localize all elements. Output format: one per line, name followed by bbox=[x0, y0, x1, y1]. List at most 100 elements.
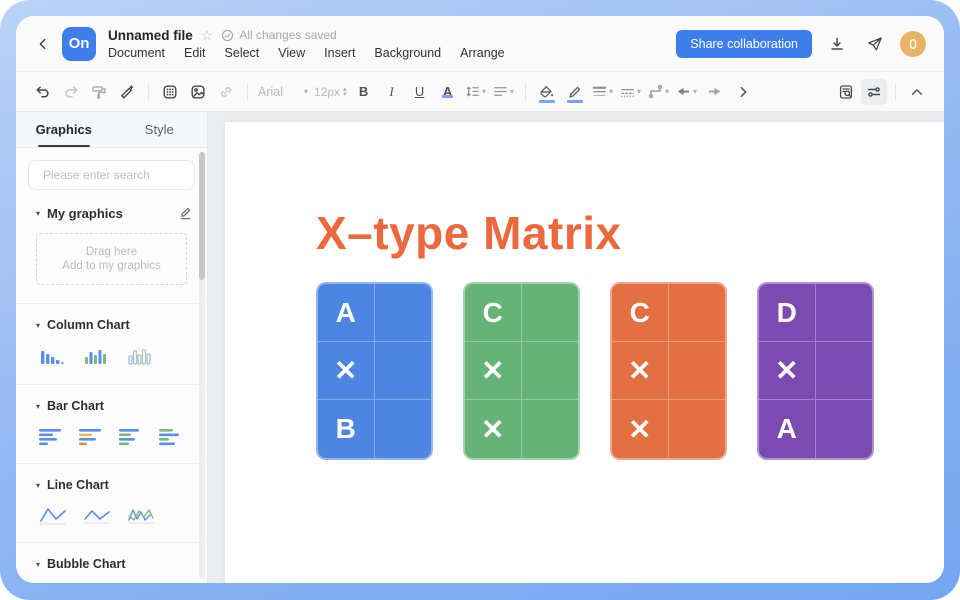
toolbar-divider bbox=[247, 83, 248, 101]
line-chart-thumb-2[interactable] bbox=[82, 506, 112, 526]
save-status-text: All changes saved bbox=[239, 28, 336, 42]
download-icon bbox=[829, 36, 845, 52]
fill-color-button[interactable] bbox=[534, 79, 560, 105]
section-bubble-chart[interactable]: ▾ Bubble Chart bbox=[16, 543, 207, 577]
canvas-area[interactable]: X–type Matrix A ✕ B C ✕ ✕ C ✕ bbox=[208, 112, 944, 583]
insert-image-icon bbox=[190, 84, 206, 100]
paint-bucket-icon bbox=[539, 84, 555, 100]
caret-down-icon: ▾ bbox=[637, 87, 641, 96]
insert-link-button[interactable] bbox=[213, 79, 239, 105]
back-button[interactable] bbox=[30, 31, 56, 57]
section-line-chart[interactable]: ▾ Line Chart bbox=[16, 464, 207, 498]
menu-edit[interactable]: Edit bbox=[184, 46, 206, 60]
section-label: Bubble Chart bbox=[47, 557, 125, 571]
matrix-card-blue[interactable]: A ✕ B bbox=[316, 282, 433, 460]
matrix-card-green[interactable]: C ✕ ✕ bbox=[463, 282, 580, 460]
matrix-card-purple[interactable]: D ✕ A bbox=[757, 282, 874, 460]
arrow-end-button[interactable] bbox=[702, 79, 728, 105]
toolbar-divider bbox=[148, 83, 149, 101]
matrix-cell: A bbox=[318, 284, 375, 342]
column-chart-thumb-1[interactable] bbox=[38, 346, 68, 368]
download-button[interactable] bbox=[824, 31, 850, 57]
search-input[interactable] bbox=[43, 168, 198, 182]
adjust-settings-button[interactable] bbox=[861, 79, 887, 105]
line-spacing-button[interactable]: ▾ bbox=[463, 79, 489, 105]
file-title[interactable]: Unnamed file bbox=[108, 28, 193, 43]
bar-chart-thumb-4[interactable] bbox=[158, 427, 184, 447]
document-page[interactable]: X–type Matrix A ✕ B C ✕ ✕ C ✕ bbox=[225, 122, 944, 583]
edit-pencil-icon[interactable] bbox=[178, 206, 193, 221]
menu-arrange[interactable]: Arrange bbox=[460, 46, 504, 60]
section-label: Column Chart bbox=[47, 318, 130, 332]
arrow-right-icon bbox=[707, 84, 722, 99]
section-bar-chart[interactable]: ▾ Bar Chart bbox=[16, 385, 207, 419]
stroke-color-button[interactable] bbox=[562, 79, 588, 105]
underline-button[interactable]: U bbox=[407, 79, 433, 105]
menu-view[interactable]: View bbox=[278, 46, 305, 60]
find-replace-button[interactable] bbox=[833, 79, 859, 105]
menu-background[interactable]: Background bbox=[374, 46, 441, 60]
matrix-card-orange[interactable]: C ✕ ✕ bbox=[610, 282, 727, 460]
menu-document[interactable]: Document bbox=[108, 46, 165, 60]
tab-style[interactable]: Style bbox=[112, 112, 208, 147]
font-family-select[interactable]: Arial ▾ bbox=[256, 79, 310, 105]
avatar[interactable] bbox=[900, 31, 926, 57]
app-header: On Unnamed file ☆ All changes saved Docu… bbox=[16, 16, 944, 72]
collapse-toolbar-button[interactable] bbox=[904, 79, 930, 105]
matrix-cell: C bbox=[612, 284, 669, 342]
matrix-cell: A bbox=[759, 400, 816, 458]
line-chart-thumbs bbox=[16, 498, 207, 542]
pen-icon bbox=[567, 84, 583, 100]
column-chart-thumb-2[interactable] bbox=[82, 346, 112, 368]
cutter-button[interactable] bbox=[114, 79, 140, 105]
bar-chart-thumb-1[interactable] bbox=[38, 427, 64, 447]
bar-chart-thumb-2[interactable] bbox=[78, 427, 104, 447]
section-column-chart[interactable]: ▾ Column Chart bbox=[16, 304, 207, 338]
menu-select[interactable]: Select bbox=[225, 46, 260, 60]
bar-chart-thumb-3[interactable] bbox=[118, 427, 144, 447]
menu-insert[interactable]: Insert bbox=[324, 46, 355, 60]
my-graphics-label: My graphics bbox=[47, 206, 123, 221]
line-chart-thumb-1[interactable] bbox=[38, 506, 68, 526]
matrix-cell bbox=[375, 400, 432, 458]
column-chart-thumb-3[interactable] bbox=[126, 346, 156, 368]
arrow-left-icon bbox=[676, 84, 691, 99]
menu-bar: Document Edit Select View Insert Backgro… bbox=[108, 46, 505, 60]
stepper-icons: ▴ ▾ bbox=[343, 87, 347, 97]
tab-graphics[interactable]: Graphics bbox=[16, 112, 112, 147]
sidebar-scrollbar[interactable] bbox=[199, 152, 205, 579]
section-label: Line Chart bbox=[47, 478, 109, 492]
matrix-cell: ✕ bbox=[759, 342, 816, 400]
undo-button[interactable] bbox=[30, 79, 56, 105]
arrow-start-button[interactable]: ▾ bbox=[674, 79, 700, 105]
more-tools-button[interactable] bbox=[730, 79, 756, 105]
insert-table-button[interactable] bbox=[157, 79, 183, 105]
italic-button[interactable]: I bbox=[379, 79, 405, 105]
save-status: All changes saved bbox=[221, 28, 336, 42]
drag-drop-zone[interactable]: Drag here Add to my graphics bbox=[36, 233, 187, 285]
triangle-down-icon: ▾ bbox=[36, 560, 40, 569]
format-painter-button[interactable] bbox=[86, 79, 112, 105]
stroke-width-button[interactable]: ▾ bbox=[590, 79, 616, 105]
matrix-cell: ✕ bbox=[612, 342, 669, 400]
toolbar-divider bbox=[525, 83, 526, 101]
redo-button[interactable] bbox=[58, 79, 84, 105]
line-style-button[interactable]: ▾ bbox=[618, 79, 644, 105]
bold-button[interactable]: B bbox=[351, 79, 377, 105]
star-icon[interactable]: ☆ bbox=[201, 28, 214, 42]
line-chart-thumb-3[interactable] bbox=[126, 506, 156, 526]
sidebar-scrollbar-thumb[interactable] bbox=[199, 152, 205, 280]
search-box[interactable] bbox=[28, 160, 195, 190]
share-collaboration-button[interactable]: Share collaboration bbox=[676, 30, 812, 58]
matrix-cell: ✕ bbox=[318, 342, 375, 400]
app-logo[interactable]: On bbox=[62, 27, 96, 61]
font-size-stepper[interactable]: 12px ▴ ▾ bbox=[312, 79, 349, 105]
connector-type-button[interactable]: ▾ bbox=[646, 79, 672, 105]
insert-image-button[interactable] bbox=[185, 79, 211, 105]
my-graphics-header[interactable]: ▾ My graphics bbox=[16, 200, 207, 227]
send-button[interactable] bbox=[862, 31, 888, 57]
check-circle-icon bbox=[221, 29, 234, 42]
text-color-button[interactable]: A bbox=[435, 79, 461, 105]
canvas-title[interactable]: X–type Matrix bbox=[316, 206, 622, 260]
align-button[interactable]: ▾ bbox=[491, 79, 517, 105]
